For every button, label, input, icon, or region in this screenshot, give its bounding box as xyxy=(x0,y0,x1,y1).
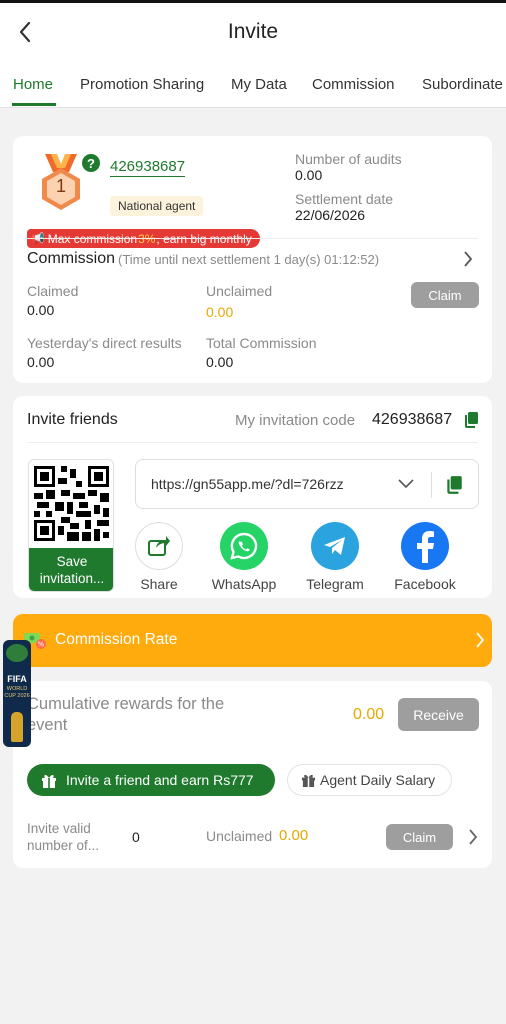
gift-icon xyxy=(42,774,56,788)
copy-code-button[interactable] xyxy=(463,411,479,434)
commission-detail-chevron[interactable] xyxy=(463,251,473,272)
tab-subordinate[interactable]: Subordinate xyxy=(422,76,503,93)
settlement-label: Settlement date xyxy=(295,191,394,207)
total-commission-value: 0.00 xyxy=(206,354,234,370)
invitation-code-label: My invitation code xyxy=(235,412,356,429)
level-medal-icon: 1 xyxy=(37,152,85,212)
share-icon xyxy=(148,536,170,556)
save-invitation-button[interactable]: Save invitation... xyxy=(29,548,113,591)
tab-bar: Home Promotion Sharing My Data Commissio… xyxy=(0,61,506,108)
rewards-unclaimed-value: 0.00 xyxy=(279,827,309,844)
rewards-claim-button[interactable]: Claim xyxy=(386,824,453,850)
tab-commission[interactable]: Commission xyxy=(312,76,395,93)
invitation-code: 426938687 xyxy=(372,411,453,428)
agent-type-badge: National agent xyxy=(110,196,204,216)
yesterday-label: Yesterday's direct results xyxy=(27,335,182,351)
copy-icon xyxy=(465,412,478,428)
gift-icon xyxy=(301,774,316,787)
qr-code-icon xyxy=(34,466,109,541)
facebook-label: Facebook xyxy=(394,576,456,592)
divider xyxy=(27,442,478,443)
ball-icon xyxy=(6,644,28,662)
active-tab-indicator xyxy=(12,103,56,106)
invitation-link: https://gn55app.me/?dl=726rzz xyxy=(151,476,344,492)
facebook-icon xyxy=(417,531,434,563)
invite-valid-label: Invite valid number of... xyxy=(27,821,100,853)
qr-code-box[interactable]: Save invitation... xyxy=(28,459,114,592)
tab-promotion-sharing[interactable]: Promotion Sharing xyxy=(80,76,204,93)
chevron-right-icon xyxy=(476,632,485,648)
fifa-text: FIFA xyxy=(7,674,27,684)
invite-earn-button[interactable]: Invite a friend and earn Rs777 xyxy=(27,764,275,796)
fifa-worldcup-floating-badge[interactable]: FIFA WORLD CUP 2026 xyxy=(3,640,31,747)
divider xyxy=(431,472,432,498)
invite-friends-card: Invite friends My invitation code 426938… xyxy=(13,396,492,598)
cumulative-rewards-value: 0.00 xyxy=(353,706,385,723)
agent-commission-card: 1 ? 426938687 National agent Number of a… xyxy=(13,136,492,383)
level-number: 1 xyxy=(55,176,66,196)
invite-earn-label: Invite a friend and earn Rs777 xyxy=(66,772,254,788)
facebook-button[interactable] xyxy=(401,522,449,570)
commission-rate-label: Commission Rate xyxy=(55,631,178,648)
unclaimed-label: Unclaimed xyxy=(206,283,273,299)
commission-rate-bar[interactable]: % Commission Rate xyxy=(13,614,492,667)
worldcup-text: WORLD CUP 2026 xyxy=(4,686,30,699)
telegram-icon xyxy=(324,537,345,555)
agent-daily-salary-label: Agent Daily Salary xyxy=(320,772,436,788)
invitation-link-field[interactable]: https://gn55app.me/?dl=726rzz xyxy=(135,459,479,509)
settlement-countdown: (Time until next settlement 1 day(s) 01:… xyxy=(118,252,380,267)
whatsapp-button[interactable] xyxy=(220,522,268,570)
receive-button[interactable]: Receive xyxy=(398,698,479,731)
chevron-right-icon xyxy=(464,251,473,267)
event-rewards-card: Cumulative rewards for the event 0.00 Re… xyxy=(13,681,492,868)
rewards-unclaimed-label: Unclaimed xyxy=(206,828,273,844)
agent-id: 426938687 xyxy=(110,158,186,177)
help-icon[interactable]: ? xyxy=(82,154,100,172)
copy-link-icon[interactable] xyxy=(445,475,463,495)
app-header: Invite xyxy=(0,3,506,61)
audits-label: Number of audits xyxy=(295,151,402,167)
total-commission-label: Total Commission xyxy=(206,335,317,351)
share-label: Share xyxy=(140,576,178,592)
page-title: Invite xyxy=(227,20,279,43)
trophy-icon xyxy=(11,712,23,742)
share-button[interactable] xyxy=(135,522,183,570)
chevron-down-icon[interactable] xyxy=(398,479,414,489)
claim-commission-button[interactable]: Claim xyxy=(411,282,479,308)
divider xyxy=(27,238,478,239)
yesterday-value: 0.00 xyxy=(27,354,55,370)
commission-title: Commission xyxy=(27,250,116,267)
chevron-right-icon[interactable] xyxy=(468,829,478,845)
telegram-button[interactable] xyxy=(311,522,359,570)
cumulative-rewards-label: Cumulative rewards for the event xyxy=(27,695,225,734)
agent-daily-salary-button[interactable]: Agent Daily Salary xyxy=(287,764,452,796)
invite-title: Invite friends xyxy=(27,411,118,428)
tab-home[interactable]: Home xyxy=(13,76,53,93)
tab-my-data[interactable]: My Data xyxy=(231,76,287,93)
unclaimed-value: 0.00 xyxy=(206,304,234,320)
telegram-label: Telegram xyxy=(306,576,364,592)
invite-valid-value: 0 xyxy=(132,829,140,845)
claimed-value: 0.00 xyxy=(27,302,55,318)
audits-value: 0.00 xyxy=(295,167,323,183)
whatsapp-label: WhatsApp xyxy=(211,576,277,592)
svg-text:%: % xyxy=(38,641,45,649)
settlement-value: 22/06/2026 xyxy=(295,207,366,223)
whatsapp-icon xyxy=(230,532,258,560)
claimed-label: Claimed xyxy=(27,283,79,299)
